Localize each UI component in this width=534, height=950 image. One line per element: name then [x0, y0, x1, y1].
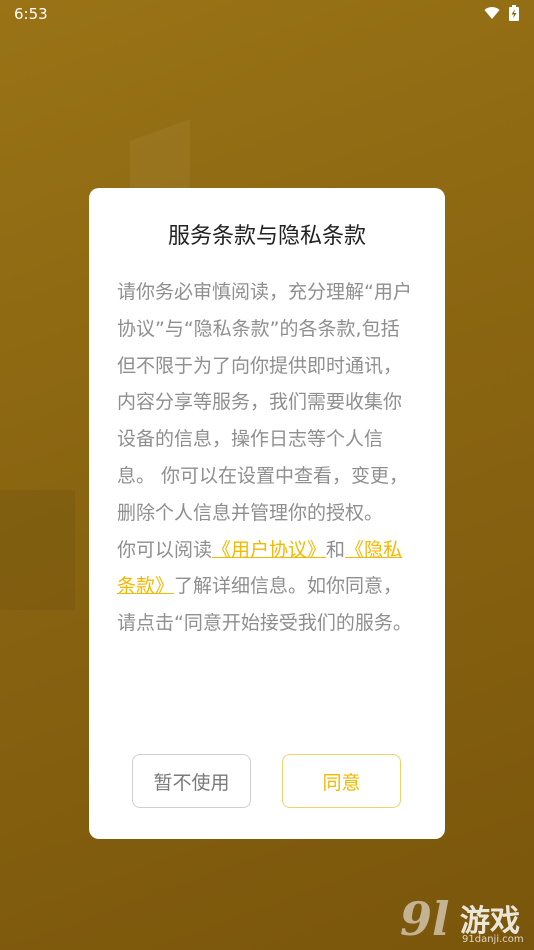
status-bar: 6:53 — [0, 0, 534, 28]
terms-dialog: 服务条款与隐私条款 请你务必审慎阅读，充分理解“用户协议”与“隐私条款”的各条款… — [89, 188, 445, 839]
wifi-icon — [484, 7, 500, 20]
dialog-body: 请你务必审慎阅读，充分理解“用户协议”与“隐私条款”的各条款,包括但不限于为了向… — [117, 274, 417, 642]
dialog-title: 服务条款与隐私条款 — [167, 224, 366, 249]
read-prefix-text: 你可以阅读 — [117, 538, 213, 561]
battery-charging-icon — [509, 5, 519, 21]
background-decoration — [0, 490, 75, 610]
status-time: 6:53 — [14, 5, 48, 23]
site-watermark: 9l 游戏 91danji.com — [400, 892, 534, 950]
watermark-url: 91danji.com — [462, 934, 524, 945]
user-agreement-link[interactable]: 《用户协议》 — [212, 539, 326, 561]
terms-paragraph: 请你务必审慎阅读，充分理解“用户协议”与“隐私条款”的各条款,包括但不限于为了向… — [117, 281, 412, 524]
and-text: 和 — [326, 538, 346, 561]
agree-button[interactable]: 同意 — [282, 754, 401, 808]
decline-button[interactable]: 暂不使用 — [132, 754, 251, 808]
watermark-logo: 9l — [400, 892, 450, 946]
